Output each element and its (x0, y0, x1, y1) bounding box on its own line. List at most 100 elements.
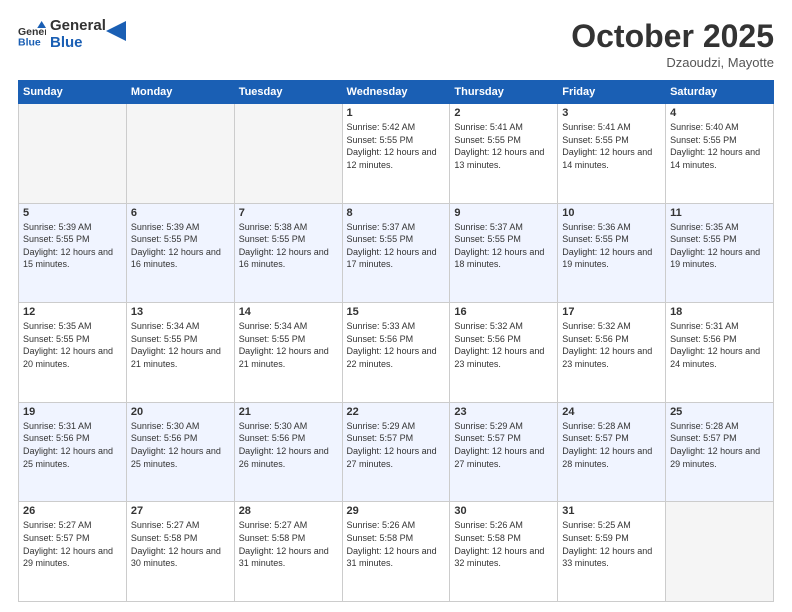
day-number: 4 (670, 107, 769, 119)
cell-info: Sunrise: 5:39 AMSunset: 5:55 PMDaylight:… (23, 221, 122, 271)
logo-arrow-icon (106, 21, 126, 41)
day-number: 1 (347, 107, 446, 119)
calendar-cell: 26 Sunrise: 5:27 AMSunset: 5:57 PMDayligh… (19, 502, 127, 602)
calendar-cell: 29Sunrise: 5:26 AMSunset: 5:58 PMDayligh… (342, 502, 450, 602)
calendar-cell: 8 Sunrise: 5:37 AMSunset: 5:55 PMDaylight… (342, 203, 450, 303)
cell-info: Sunrise: 5:32 AMSunset: 5:56 PMDaylight:… (454, 320, 553, 370)
calendar-cell: 27 Sunrise: 5:27 AMSunset: 5:58 PMDayligh… (126, 502, 234, 602)
cell-info: Sunrise: 5:27 AMSunset: 5:58 PMDaylight:… (131, 519, 230, 569)
calendar-cell: 31Sunrise: 5:25 AMSunset: 5:59 PMDayligh… (558, 502, 666, 602)
header-thursday: Thursday (450, 81, 558, 104)
calendar-cell: 24 Sunrise: 5:28 AMSunset: 5:57 PMDayligh… (558, 402, 666, 502)
calendar-cell: 4 Sunrise: 5:40 AMSunset: 5:55 PMDaylight… (666, 104, 774, 204)
cell-info: Sunrise: 5:41 AMSunset: 5:55 PMDaylight:… (454, 121, 553, 171)
cell-info: Sunrise: 5:40 AMSunset: 5:55 PMDaylight:… (670, 121, 769, 171)
day-number: 15 (347, 306, 446, 318)
cell-info: Sunrise: 5:37 AMSunset: 5:55 PMDaylight:… (347, 221, 446, 271)
header-friday: Friday (558, 81, 666, 104)
day-number: 14 (239, 306, 338, 318)
day-number: 26 (23, 505, 122, 517)
day-number: 13 (131, 306, 230, 318)
day-number: 12 (23, 306, 122, 318)
calendar-cell: 25 Sunrise: 5:28 AMSunset: 5:57 PMDayligh… (666, 402, 774, 502)
calendar-cell: 23 Sunrise: 5:29 AMSunset: 5:57 PMDayligh… (450, 402, 558, 502)
title-block: October 2025 Dzaoudzi, Mayotte (571, 18, 774, 70)
page: General Blue General Blue October 2025 D… (0, 0, 792, 612)
header-wednesday: Wednesday (342, 81, 450, 104)
day-number: 17 (562, 306, 661, 318)
calendar-cell: 19 Sunrise: 5:31 AMSunset: 5:56 PMDayligh… (19, 402, 127, 502)
calendar-cell: 20 Sunrise: 5:30 AMSunset: 5:56 PMDayligh… (126, 402, 234, 502)
cell-info: Sunrise: 5:27 AMSunset: 5:57 PMDaylight:… (23, 519, 122, 569)
cell-info: Sunrise: 5:34 AMSunset: 5:55 PMDaylight:… (131, 320, 230, 370)
location-subtitle: Dzaoudzi, Mayotte (571, 55, 774, 70)
calendar-cell: 5Sunrise: 5:39 AMSunset: 5:55 PMDaylight… (19, 203, 127, 303)
cell-info: Sunrise: 5:26 AMSunset: 5:58 PMDaylight:… (454, 519, 553, 569)
day-number: 6 (131, 207, 230, 219)
day-number: 22 (347, 406, 446, 418)
calendar-cell: 16 Sunrise: 5:32 AMSunset: 5:56 PMDayligh… (450, 303, 558, 403)
cell-info: Sunrise: 5:30 AMSunset: 5:56 PMDaylight:… (131, 420, 230, 470)
header: General Blue General Blue October 2025 D… (18, 18, 774, 70)
cell-info: Sunrise: 5:26 AMSunset: 5:58 PMDaylight:… (347, 519, 446, 569)
day-number: 19 (23, 406, 122, 418)
cell-info: Sunrise: 5:31 AMSunset: 5:56 PMDaylight:… (23, 420, 122, 470)
calendar-cell: 14 Sunrise: 5:34 AMSunset: 5:55 PMDayligh… (234, 303, 342, 403)
day-number: 16 (454, 306, 553, 318)
cell-info: Sunrise: 5:31 AMSunset: 5:56 PMDaylight:… (670, 320, 769, 370)
calendar-row: 12 Sunrise: 5:35 AMSunset: 5:55 PMDayligh… (19, 303, 774, 403)
logo: General Blue General Blue (18, 18, 126, 51)
day-number: 3 (562, 107, 661, 119)
day-number: 25 (670, 406, 769, 418)
day-number: 20 (131, 406, 230, 418)
cell-info: Sunrise: 5:37 AMSunset: 5:55 PMDaylight:… (454, 221, 553, 271)
day-number: 10 (562, 207, 661, 219)
cell-info: Sunrise: 5:29 AMSunset: 5:57 PMDaylight:… (454, 420, 553, 470)
cell-info: Sunrise: 5:35 AMSunset: 5:55 PMDaylight:… (23, 320, 122, 370)
cell-info: Sunrise: 5:33 AMSunset: 5:56 PMDaylight:… (347, 320, 446, 370)
day-number: 28 (239, 505, 338, 517)
cell-info: Sunrise: 5:42 AMSunset: 5:55 PMDaylight:… (347, 121, 446, 171)
header-saturday: Saturday (666, 81, 774, 104)
day-number: 27 (131, 505, 230, 517)
day-number: 7 (239, 207, 338, 219)
calendar-row: 1 Sunrise: 5:42 AMSunset: 5:55 PMDaylight… (19, 104, 774, 204)
day-number: 18 (670, 306, 769, 318)
calendar-row: 5Sunrise: 5:39 AMSunset: 5:55 PMDaylight… (19, 203, 774, 303)
cell-info: Sunrise: 5:27 AMSunset: 5:58 PMDaylight:… (239, 519, 338, 569)
day-number: 31 (562, 505, 661, 517)
calendar-table: Sunday Monday Tuesday Wednesday Thursday… (18, 80, 774, 602)
calendar-header-row: Sunday Monday Tuesday Wednesday Thursday… (19, 81, 774, 104)
cell-info: Sunrise: 5:36 AMSunset: 5:55 PMDaylight:… (562, 221, 661, 271)
logo-icon: General Blue (18, 21, 46, 49)
calendar-cell: 21Sunrise: 5:30 AMSunset: 5:56 PMDayligh… (234, 402, 342, 502)
day-number: 8 (347, 207, 446, 219)
cell-info: Sunrise: 5:30 AMSunset: 5:56 PMDaylight:… (239, 420, 338, 470)
calendar-cell: 7Sunrise: 5:38 AMSunset: 5:55 PMDaylight… (234, 203, 342, 303)
cell-info: Sunrise: 5:34 AMSunset: 5:55 PMDaylight:… (239, 320, 338, 370)
day-number: 24 (562, 406, 661, 418)
calendar-cell: 2 Sunrise: 5:41 AMSunset: 5:55 PMDaylight… (450, 104, 558, 204)
cell-info: Sunrise: 5:35 AMSunset: 5:55 PMDaylight:… (670, 221, 769, 271)
cell-info: Sunrise: 5:29 AMSunset: 5:57 PMDaylight:… (347, 420, 446, 470)
day-number: 11 (670, 207, 769, 219)
calendar-cell: 18 Sunrise: 5:31 AMSunset: 5:56 PMDayligh… (666, 303, 774, 403)
logo-blue: Blue (50, 35, 106, 52)
calendar-row: 19 Sunrise: 5:31 AMSunset: 5:56 PMDayligh… (19, 402, 774, 502)
calendar-cell: 15 Sunrise: 5:33 AMSunset: 5:56 PMDayligh… (342, 303, 450, 403)
calendar-cell: 3Sunrise: 5:41 AMSunset: 5:55 PMDaylight… (558, 104, 666, 204)
calendar-cell: 1 Sunrise: 5:42 AMSunset: 5:55 PMDaylight… (342, 104, 450, 204)
calendar-cell (126, 104, 234, 204)
svg-text:Blue: Blue (18, 36, 41, 48)
cell-info: Sunrise: 5:28 AMSunset: 5:57 PMDaylight:… (670, 420, 769, 470)
day-number: 23 (454, 406, 553, 418)
calendar-cell: 22 Sunrise: 5:29 AMSunset: 5:57 PMDayligh… (342, 402, 450, 502)
day-number: 30 (454, 505, 553, 517)
calendar-cell: 17Sunrise: 5:32 AMSunset: 5:56 PMDayligh… (558, 303, 666, 403)
day-number: 2 (454, 107, 553, 119)
calendar-cell: 13 Sunrise: 5:34 AMSunset: 5:55 PMDayligh… (126, 303, 234, 403)
header-tuesday: Tuesday (234, 81, 342, 104)
calendar-cell: 9Sunrise: 5:37 AMSunset: 5:55 PMDaylight… (450, 203, 558, 303)
cell-info: Sunrise: 5:28 AMSunset: 5:57 PMDaylight:… (562, 420, 661, 470)
calendar-cell (666, 502, 774, 602)
